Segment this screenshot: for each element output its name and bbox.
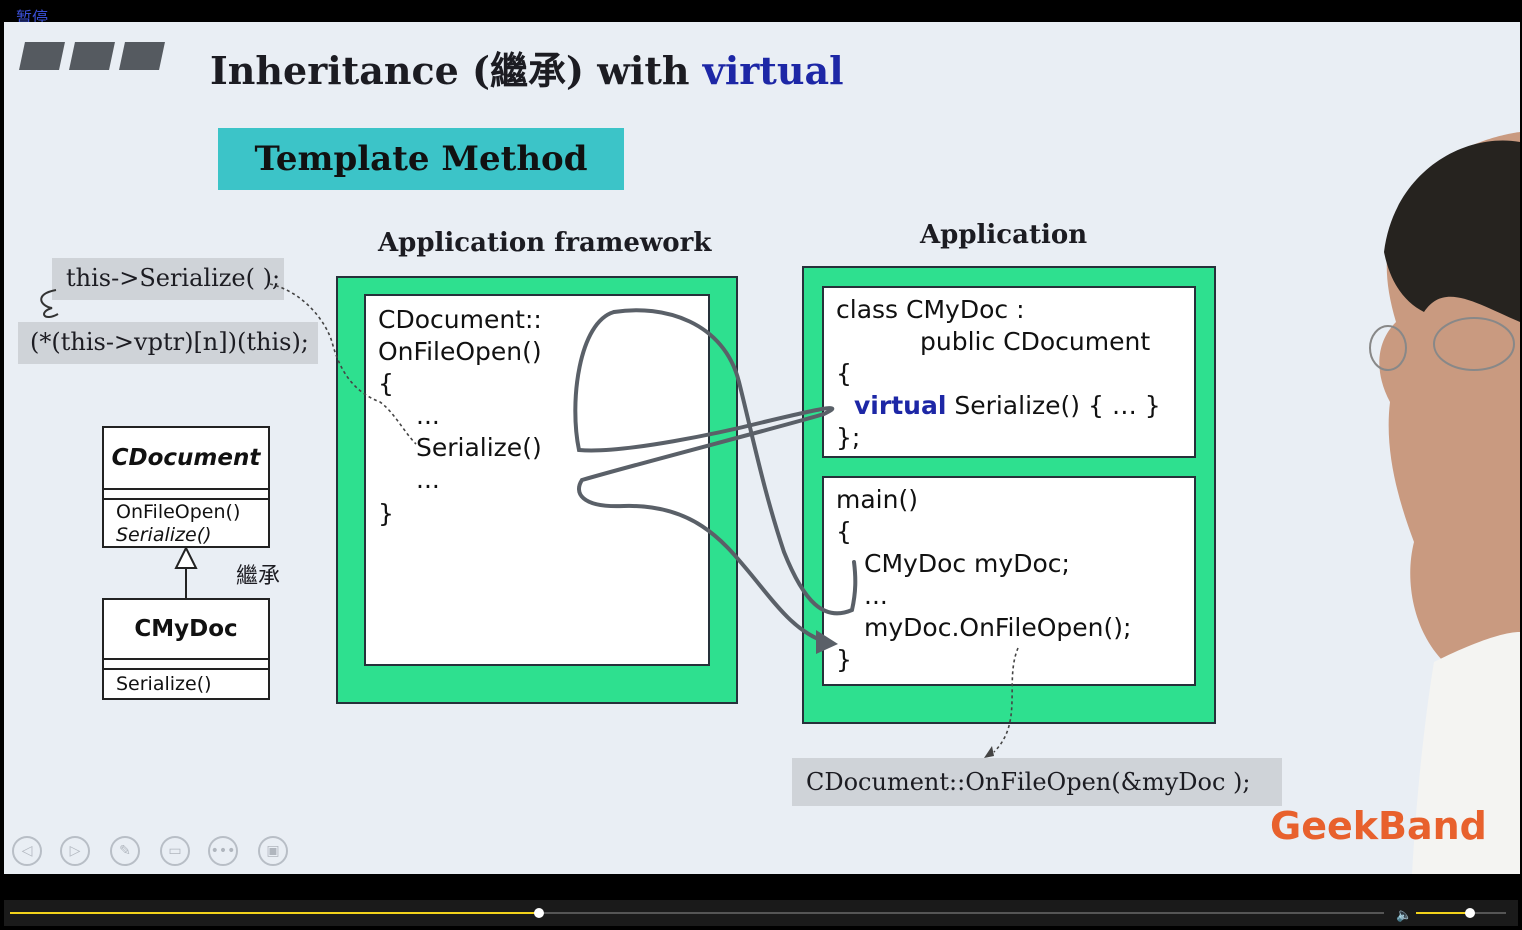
progress-scrubber-handle xyxy=(533,908,544,918)
arrow-head-icon xyxy=(816,630,838,654)
curl-arrow-icon xyxy=(40,289,59,318)
more-options-icon[interactable]: ••• xyxy=(208,836,238,866)
handwritten-flow-stroke xyxy=(573,310,834,644)
brand-watermark: GeekBand xyxy=(1270,804,1487,848)
screen-tool-icon[interactable]: ▭ xyxy=(160,836,190,866)
progress-bar-layer: 🔈 xyxy=(10,908,1506,923)
presenter-hair xyxy=(1384,140,1520,322)
volume-icon: 🔈 xyxy=(1396,908,1412,923)
pen-tool-icon[interactable]: ✎ xyxy=(110,836,140,866)
player-control-bar: 🔈 xyxy=(4,900,1518,926)
next-slide-icon[interactable]: ▷ xyxy=(60,836,90,866)
volume-slider-handle xyxy=(1465,908,1475,918)
volume-fill xyxy=(1416,912,1470,914)
player-top-bar: 暂停 xyxy=(0,0,1522,27)
slide-frame: Inheritance (繼承) with virtual Template M… xyxy=(4,22,1520,874)
previous-slide-icon[interactable]: ◁ xyxy=(12,836,42,866)
progress-fill xyxy=(10,912,539,914)
inheritance-arrow-icon xyxy=(174,545,198,569)
slideshow-settings-icon[interactable]: ▣ xyxy=(258,836,288,866)
dotted-leader-line xyxy=(269,283,417,445)
dotted-leader-line xyxy=(993,647,1019,753)
slide-annotations-layer xyxy=(40,132,1520,874)
arrow-head-icon xyxy=(984,746,994,758)
